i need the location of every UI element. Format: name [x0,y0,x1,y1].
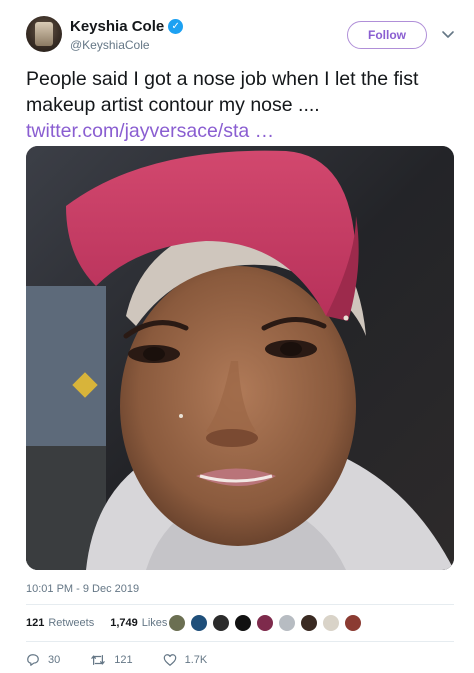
reply-count: 30 [48,654,61,666]
like-count: 1.7K [184,654,208,666]
retweets-label: Retweets [48,617,95,629]
likes-label: Likes [141,617,168,629]
like-button[interactable]: 1.7K [163,653,208,667]
divider [26,604,454,605]
reply-icon [27,654,39,666]
tweet-header: Keyshia Cole ✓ @KeyshiaCole Follow [26,16,456,56]
author-handle[interactable]: @KeyshiaCole [70,38,150,52]
heart-icon [163,654,176,666]
chevron-down-icon[interactable] [440,26,456,42]
tweet-timestamp[interactable]: 10:01 PM - 9 Dec 2019 [26,583,139,595]
author-name[interactable]: Keyshia Cole [70,18,164,35]
liker-avatar[interactable] [190,614,208,632]
liker-avatar[interactable] [344,614,362,632]
retweet-icon [91,655,105,665]
retweets-count: 121 [26,617,45,629]
likes-count: 1,749 [110,617,138,629]
liker-avatar[interactable] [278,614,296,632]
divider [26,641,454,642]
tweet-body: People said I got a nose job when I let … [26,68,419,116]
engagement-stats: 121 Retweets 1,749 Likes [26,617,183,629]
liker-avatar[interactable] [168,614,186,632]
liker-avatar[interactable] [234,614,252,632]
tweet-link[interactable]: twitter.com/jayversace/sta … [26,118,456,144]
author-name-row: Keyshia Cole ✓ [70,18,184,35]
liker-avatar[interactable] [212,614,230,632]
tweet-text: People said I got a nose job when I let … [26,66,456,144]
liker-avatar[interactable] [256,614,274,632]
author-avatar[interactable] [26,16,62,52]
liker-avatar[interactable] [300,614,318,632]
retweets-stat[interactable]: 121 Retweets [26,617,94,629]
tweet-actions: 30 121 1.7K [26,653,237,667]
retweet-button[interactable]: 121 [90,653,133,667]
follow-button[interactable]: Follow [347,21,427,49]
selfie-photo-image [26,146,454,570]
likes-stat[interactable]: 1,749 Likes [110,617,167,629]
reply-button[interactable]: 30 [26,653,60,667]
retweet-count: 121 [114,654,133,666]
liker-avatars [168,614,366,632]
liker-avatar[interactable] [322,614,340,632]
tweet-photo[interactable] [26,146,454,570]
verified-badge-icon: ✓ [168,19,184,34]
